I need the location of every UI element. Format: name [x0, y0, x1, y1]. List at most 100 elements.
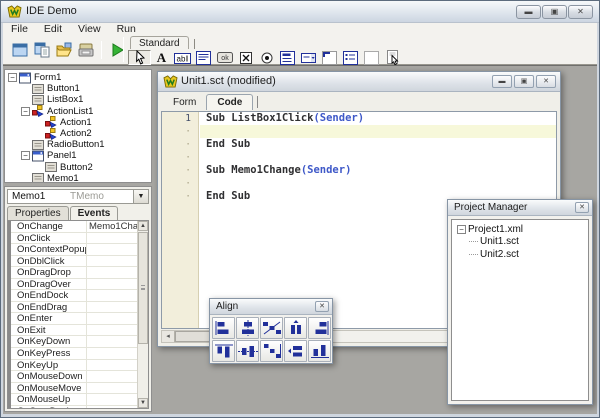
event-value[interactable] [87, 348, 137, 359]
event-value[interactable] [87, 394, 137, 405]
project-item-unit1.sct[interactable]: Unit1.sct [452, 236, 588, 249]
tree-item-action1[interactable]: Action1 [5, 117, 151, 128]
align-tops-button[interactable] [212, 340, 235, 362]
tree-item-memo1[interactable]: Memo1 [5, 173, 151, 183]
event-row-ondragover[interactable]: OnDragOver [11, 279, 137, 291]
close-button[interactable]: ✕ [568, 5, 593, 19]
palette-tab-standard[interactable]: Standard [130, 36, 189, 49]
palette-combobox-icon[interactable] [298, 50, 319, 65]
event-row-onmouseup[interactable]: OnMouseUp [11, 394, 137, 406]
event-row-ondragdrop[interactable]: OnDragDrop [11, 267, 137, 279]
event-row-ondblclick[interactable]: OnDblClick [11, 256, 137, 268]
event-row-onkeydown[interactable]: OnKeyDown [11, 336, 137, 348]
palette-panel-icon[interactable] [319, 50, 340, 65]
scroll-down-button[interactable]: ▼ [138, 398, 148, 408]
align-h-centers-button[interactable] [236, 317, 259, 339]
event-value[interactable] [87, 256, 137, 267]
event-value[interactable] [87, 290, 137, 301]
tree-item-panel1[interactable]: −Panel1 [5, 150, 151, 161]
event-row-onclick[interactable]: OnClick [11, 233, 137, 245]
event-value[interactable] [87, 279, 137, 290]
expand-toggle[interactable]: − [457, 225, 466, 234]
code-line[interactable]: Sub ListBox1Click(Sender) [200, 112, 556, 125]
expand-toggle[interactable]: − [8, 73, 17, 82]
maximize-button[interactable]: ▣ [542, 5, 567, 19]
code-line[interactable] [200, 177, 556, 190]
palette-label-icon[interactable]: A [151, 50, 172, 65]
align-left-edges-button[interactable] [212, 317, 235, 339]
save-button[interactable] [75, 39, 97, 61]
open-button[interactable] [53, 39, 75, 61]
event-value[interactable] [87, 244, 137, 255]
align-titlebar[interactable]: Align ✕ [210, 299, 332, 315]
event-row-onmousedown[interactable]: OnMouseDown [11, 371, 137, 383]
code-minimize-button[interactable]: ▬ [492, 75, 512, 88]
event-row-onkeypress[interactable]: OnKeyPress [11, 348, 137, 360]
align-v-centers-button[interactable] [236, 340, 259, 362]
event-value[interactable] [87, 406, 137, 409]
tab-properties[interactable]: Properties [7, 206, 69, 220]
palette-actionlist-icon[interactable] [382, 50, 403, 65]
new-form-button[interactable] [9, 39, 31, 61]
scroll-thumb[interactable] [138, 232, 148, 344]
event-row-onkeyup[interactable]: OnKeyUp [11, 360, 137, 372]
align-bottoms-button[interactable] [308, 340, 331, 362]
code-line[interactable]: End Sub [200, 138, 556, 151]
event-value[interactable] [87, 383, 137, 394]
center-h-in-window-button[interactable] [284, 317, 307, 339]
event-row-onexit[interactable]: OnExit [11, 325, 137, 337]
event-value[interactable] [87, 233, 137, 244]
project-item-project1.xml[interactable]: −Project1.xml [452, 223, 588, 236]
palette-listview-icon[interactable] [340, 50, 361, 65]
project-manager-close-button[interactable]: ✕ [575, 202, 589, 213]
code-line[interactable] [200, 151, 556, 164]
center-v-in-window-button[interactable] [284, 340, 307, 362]
run-button[interactable] [106, 39, 128, 61]
combo-dropdown-button[interactable]: ▼ [133, 190, 148, 203]
tab-events[interactable]: Events [70, 206, 119, 220]
tree-item-action2[interactable]: Action2 [5, 128, 151, 139]
hscroll-left-button[interactable]: ◂ [162, 331, 175, 342]
code-close-button[interactable]: ✕ [536, 75, 556, 88]
tree-item-button2[interactable]: Button2 [5, 162, 151, 173]
minimize-button[interactable]: ▬ [516, 5, 541, 19]
code-line[interactable]: Sub Memo1Change(Sender) [200, 164, 556, 177]
scroll-up-button[interactable]: ▲ [138, 221, 148, 231]
palette-memo-icon[interactable] [193, 50, 214, 65]
tree-item-actionlist1[interactable]: −ActionList1 [5, 106, 151, 117]
tree-item-radiobutton1[interactable]: RadioButton1 [5, 139, 151, 150]
event-value[interactable] [87, 325, 137, 336]
event-row-onchange[interactable]: OnChangeMemo1Change [11, 221, 137, 233]
event-row-onenter[interactable]: OnEnter [11, 313, 137, 325]
menu-item-view[interactable]: View [70, 23, 109, 36]
menu-item-edit[interactable]: Edit [36, 23, 70, 36]
space-equally-v-button[interactable] [260, 340, 283, 362]
event-row-onmousemove[interactable]: OnMouseMove [11, 383, 137, 395]
event-row-onenddrag[interactable]: OnEndDrag [11, 302, 137, 314]
tree-item-button1[interactable]: Button1 [5, 83, 151, 94]
new-unit-button[interactable] [31, 39, 53, 61]
event-row-onstartdock[interactable]: OnStartDock [11, 406, 137, 409]
tab-code[interactable]: Code [206, 94, 253, 110]
space-equally-h-button[interactable] [260, 317, 283, 339]
palette-checkbox-icon[interactable] [235, 50, 256, 65]
palette-button-icon[interactable]: ok [214, 50, 235, 65]
tree-item-listbox1[interactable]: ListBox1 [5, 94, 151, 105]
event-row-onenddock[interactable]: OnEndDock [11, 290, 137, 302]
project-item-unit2.sct[interactable]: Unit2.sct [452, 248, 588, 261]
event-value[interactable] [87, 360, 137, 371]
event-value[interactable] [87, 267, 137, 278]
code-window-titlebar[interactable]: Unit1.sct (modified) ▬ ▣ ✕ [158, 72, 560, 92]
palette-blank-panel-icon[interactable] [361, 50, 382, 65]
events-scrollbar[interactable]: ▲ ▼ [137, 221, 148, 408]
event-value[interactable] [87, 302, 137, 313]
event-value[interactable] [87, 336, 137, 347]
palette-edit-icon[interactable]: ab [172, 50, 193, 65]
event-row-oncontextpopup[interactable]: OnContextPopup [11, 244, 137, 256]
event-value[interactable] [87, 313, 137, 324]
event-value[interactable]: Memo1Change [87, 221, 137, 232]
tree-item-form1[interactable]: −Form1 [5, 72, 151, 83]
object-selector-combo[interactable]: Memo1 TMemo ▼ [7, 189, 149, 204]
align-close-button[interactable]: ✕ [315, 301, 329, 312]
menu-item-run[interactable]: Run [109, 23, 144, 36]
